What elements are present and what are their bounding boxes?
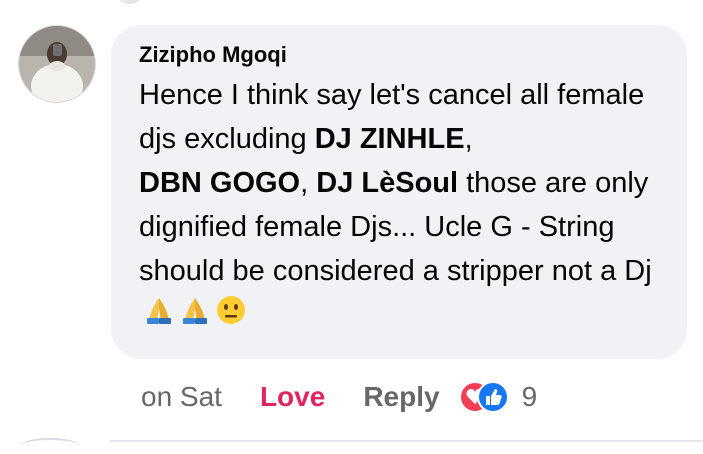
comment-timestamp[interactable]: on Sat [141, 381, 222, 413]
comment-text-part: , [464, 123, 473, 155]
avatar[interactable] [18, 25, 96, 103]
comment-text-bold: DJ ZINHLE [314, 123, 465, 155]
next-avatar-edge [20, 438, 80, 454]
comment-text-part: , [300, 167, 317, 199]
like-reaction-icon [476, 381, 509, 413]
comment-author[interactable]: Zizipho Mgoqi [139, 41, 663, 69]
reaction-icons[interactable] [458, 380, 510, 414]
neutral-face-icon [215, 294, 247, 339]
comment-actions: on Sat Love Reply 9 [141, 377, 537, 417]
next-comment-edge [110, 440, 703, 452]
comment-text-bold: DBN GOGO [139, 167, 301, 199]
reply-button[interactable]: Reply [363, 381, 439, 413]
love-button[interactable]: Love [260, 381, 325, 413]
reaction-count[interactable]: 9 [522, 381, 538, 413]
folded-hands-icon [143, 294, 175, 339]
profile-photo [19, 26, 95, 102]
comment-text: Hence I think say let's cancel all femal… [139, 73, 663, 339]
comment-text-bold: DJ LèSoul [316, 167, 459, 199]
previous-avatar-edge [118, 0, 142, 4]
comment-bubble: Zizipho Mgoqi Hence I think say let's ca… [111, 25, 687, 359]
folded-hands-icon [179, 294, 211, 339]
